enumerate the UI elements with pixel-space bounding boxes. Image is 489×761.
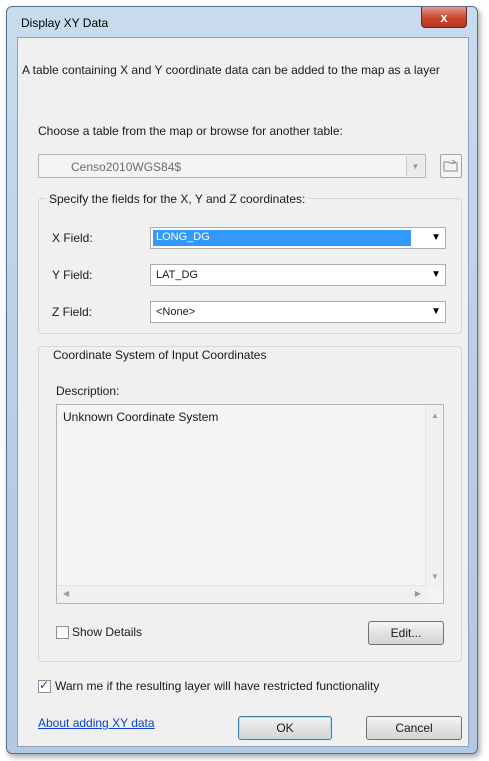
browse-table-button[interactable] — [440, 154, 462, 178]
cancel-button-label: Cancel — [395, 721, 433, 735]
chevron-down-icon: ▼ — [431, 306, 441, 317]
coordinate-system-title: Coordinate System of Input Coordinates — [50, 348, 270, 362]
description-textbox[interactable]: Unknown Coordinate System ▲ ▼ ◀ ▶ — [56, 404, 444, 604]
about-xy-data-link[interactable]: About adding XY data — [38, 716, 155, 730]
edit-button[interactable]: Edit... — [368, 621, 444, 645]
chevron-down-icon: ▼ — [406, 156, 424, 176]
x-field-label: X Field: — [52, 231, 93, 245]
scroll-down-icon[interactable]: ▼ — [431, 572, 439, 581]
description-text: Unknown Coordinate System — [63, 410, 219, 424]
vertical-scrollbar[interactable]: ▲ ▼ — [425, 405, 443, 587]
ok-button-label: OK — [276, 721, 294, 735]
z-field-label: Z Field: — [52, 305, 93, 319]
close-icon: x — [440, 9, 448, 25]
intro-text: A table containing X and Y coordinate da… — [22, 63, 440, 77]
fields-group-title: Specify the fields for the X, Y and Z co… — [46, 192, 309, 206]
chevron-down-icon: ▼ — [431, 232, 441, 243]
choose-table-label: Choose a table from the map or browse fo… — [38, 124, 343, 138]
y-field-dropdown[interactable]: LAT_DG ▼ — [150, 264, 446, 286]
z-field-dropdown[interactable]: <None> ▼ — [150, 301, 446, 323]
x-field-value: LONG_DG — [153, 230, 411, 246]
checkmark-icon: ✓ — [39, 678, 50, 692]
ok-button[interactable]: OK — [238, 716, 332, 740]
open-folder-icon — [443, 159, 458, 172]
scroll-left-icon[interactable]: ◀ — [63, 589, 69, 598]
scroll-up-icon[interactable]: ▲ — [431, 411, 439, 420]
show-details-checkbox[interactable] — [56, 626, 69, 639]
y-field-label: Y Field: — [52, 268, 93, 282]
warn-checkbox[interactable]: ✓ — [38, 678, 51, 693]
scroll-right-icon[interactable]: ▶ — [415, 589, 421, 598]
table-combo[interactable]: Censo2010WGS84$ ▼ — [38, 154, 426, 178]
title-bar[interactable]: Display XY Data x — [7, 7, 477, 35]
horizontal-scrollbar[interactable]: ◀ ▶ — [57, 585, 427, 603]
warn-label: Warn me if the resulting layer will have… — [55, 679, 380, 693]
z-field-value: <None> — [156, 306, 196, 318]
description-label: Description: — [56, 384, 120, 398]
edit-button-label: Edit... — [390, 626, 422, 640]
chevron-down-icon: ▼ — [431, 269, 441, 280]
y-field-value: LAT_DG — [156, 269, 198, 281]
close-button[interactable]: x — [421, 7, 467, 28]
x-field-dropdown[interactable]: LONG_DG ▼ — [150, 227, 446, 249]
window-title: Display XY Data — [21, 16, 109, 30]
table-combo-value: Censo2010WGS84$ — [71, 160, 182, 174]
cancel-button[interactable]: Cancel — [366, 716, 462, 740]
show-details-label: Show Details — [72, 625, 143, 639]
